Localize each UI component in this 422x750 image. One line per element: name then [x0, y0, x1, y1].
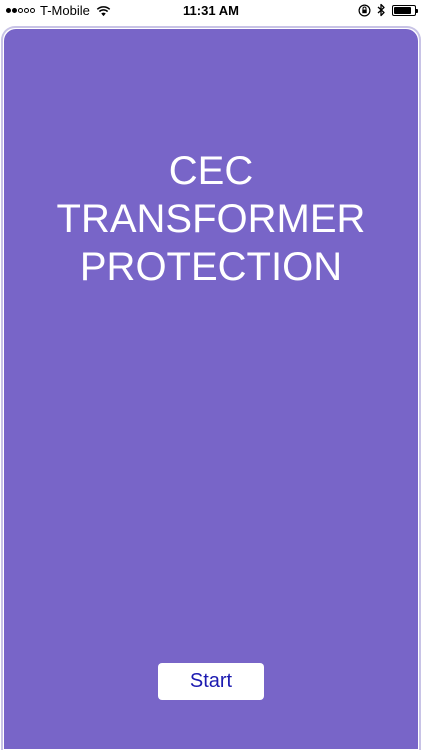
app-title-line: CEC	[168, 149, 254, 193]
battery-fill	[394, 6, 411, 14]
rotation-lock-icon	[358, 3, 371, 17]
status-right	[352, 3, 418, 17]
app-title-line: TRANSFORMER	[56, 197, 366, 241]
bluetooth-icon	[377, 3, 385, 17]
status-bar: T-Mobile 11:31 AM	[0, 0, 422, 22]
app-title-line: PROTECTION	[79, 245, 343, 289]
app-title: CEC TRANSFORMER PROTECTION	[4, 147, 418, 291]
main-card: CEC TRANSFORMER PROTECTION Start	[4, 29, 418, 749]
battery-tip	[416, 8, 418, 13]
start-button[interactable]: Start	[158, 663, 264, 700]
battery-icon	[392, 4, 418, 16]
